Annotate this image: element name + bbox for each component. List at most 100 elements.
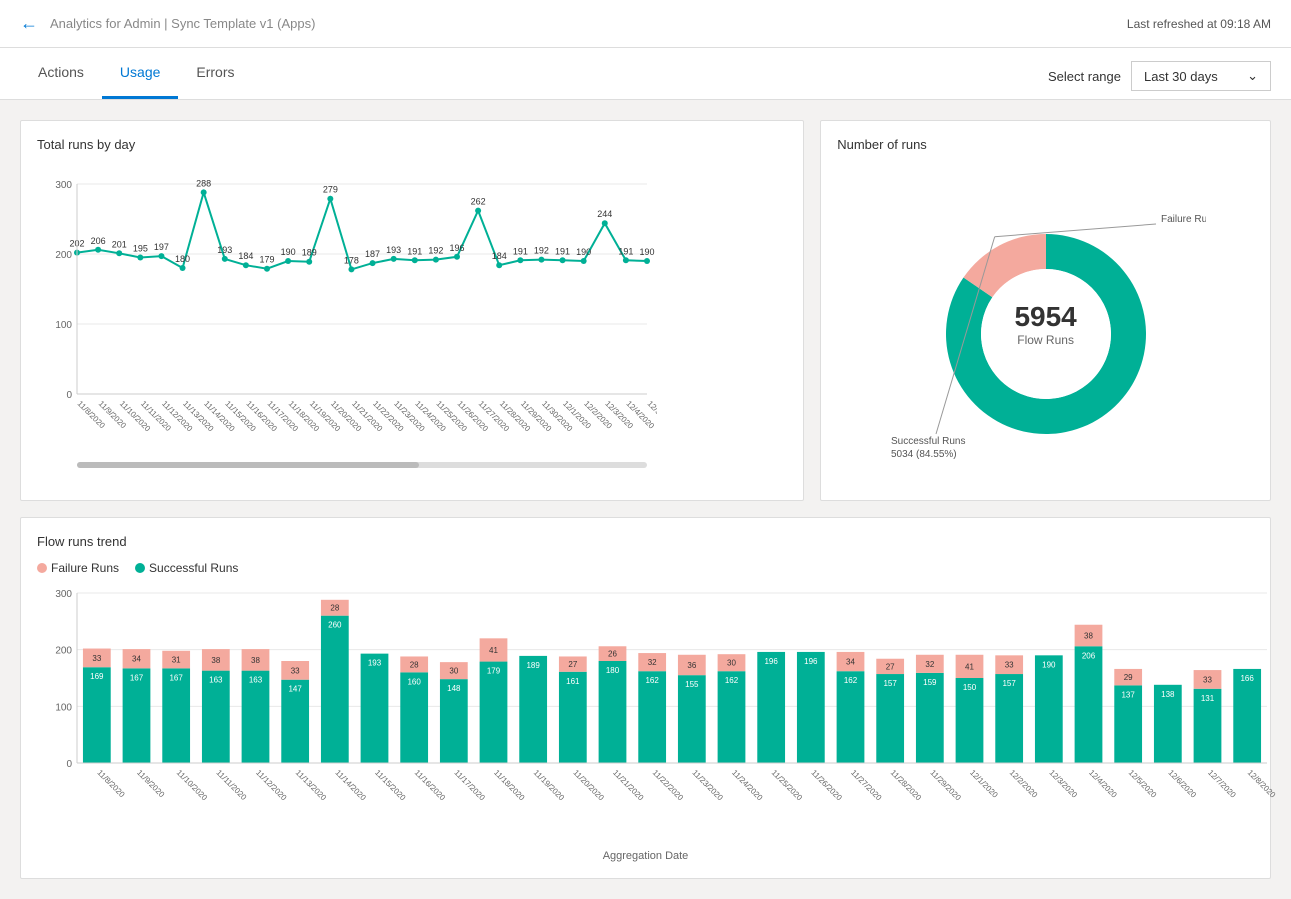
charts-row: Total runs by day 0100200300202206201195… <box>20 120 1271 501</box>
svg-text:Failure Runs 920 (15.45%): Failure Runs 920 (15.45%) <box>1161 214 1206 225</box>
donut-chart-svg: Failure Runs 920 (15.45%) Successful Runs… <box>886 184 1206 464</box>
svg-text:260: 260 <box>328 621 342 630</box>
svg-text:196: 196 <box>804 657 818 666</box>
svg-text:27: 27 <box>568 660 577 669</box>
svg-text:38: 38 <box>1084 632 1093 641</box>
bar-chart-svg: 01002003001693311/8/20201673411/9/202016… <box>37 583 1277 843</box>
svg-text:184: 184 <box>238 251 253 261</box>
last-refreshed: Last refreshed at 09:18 AM <box>1127 17 1271 31</box>
donut-chart-card: Number of runs Failure Runs 920 (15.45%)… <box>820 120 1271 501</box>
svg-text:11/21/2020: 11/21/2020 <box>611 768 646 803</box>
svg-text:162: 162 <box>725 676 739 685</box>
svg-text:12/2/2020: 12/2/2020 <box>1008 768 1040 800</box>
svg-text:196: 196 <box>449 243 464 253</box>
svg-text:200: 200 <box>55 646 72 657</box>
svg-text:11/10/2020: 11/10/2020 <box>175 768 210 803</box>
svg-text:11/15/2020: 11/15/2020 <box>373 768 408 803</box>
svg-text:200: 200 <box>55 250 72 261</box>
legend-success: Successful Runs <box>135 561 238 575</box>
svg-text:162: 162 <box>844 676 858 685</box>
svg-text:138: 138 <box>1161 690 1175 699</box>
svg-text:27: 27 <box>886 662 895 671</box>
svg-text:11/9/2020: 11/9/2020 <box>135 768 166 799</box>
svg-text:201: 201 <box>112 239 127 249</box>
svg-text:166: 166 <box>1240 674 1254 683</box>
svg-text:11/11/2020: 11/11/2020 <box>214 768 248 802</box>
svg-text:30: 30 <box>727 659 736 668</box>
svg-text:190: 190 <box>1042 660 1056 669</box>
svg-text:190: 190 <box>639 247 654 257</box>
svg-text:0: 0 <box>66 390 72 401</box>
svg-text:178: 178 <box>344 255 359 265</box>
svg-text:189: 189 <box>526 661 540 670</box>
svg-text:29: 29 <box>1124 673 1133 682</box>
svg-text:11/18/2020: 11/18/2020 <box>492 768 527 803</box>
svg-text:41: 41 <box>965 662 974 671</box>
svg-text:38: 38 <box>211 656 220 665</box>
svg-text:100: 100 <box>55 702 72 713</box>
svg-text:206: 206 <box>1082 651 1096 660</box>
svg-text:288: 288 <box>196 178 211 188</box>
svg-text:191: 191 <box>618 246 633 256</box>
legend-failure: Failure Runs <box>37 561 119 575</box>
svg-text:32: 32 <box>648 658 657 667</box>
page-title: Analytics for Admin | Sync Template v1 (… <box>50 16 315 31</box>
svg-text:155: 155 <box>685 680 699 689</box>
svg-text:12/6/2020: 12/6/2020 <box>1166 768 1198 800</box>
trend-chart-title: Flow runs trend <box>37 534 1254 549</box>
svg-text:11/27/2020: 11/27/2020 <box>849 768 884 803</box>
tabs: Actions Usage Errors <box>20 48 253 99</box>
bar-legend: Failure Runs Successful Runs <box>37 561 1254 575</box>
donut-container: Failure Runs 920 (15.45%) Successful Runs… <box>837 164 1254 484</box>
donut-chart-title: Number of runs <box>837 137 1254 152</box>
svg-text:189: 189 <box>302 248 317 258</box>
line-chart-card: Total runs by day 0100200300202206201195… <box>20 120 804 501</box>
svg-text:28: 28 <box>330 604 339 613</box>
tab-usage[interactable]: Usage <box>102 48 178 99</box>
back-button[interactable]: ← <box>20 13 38 34</box>
svg-text:300: 300 <box>55 589 72 600</box>
svg-text:192: 192 <box>534 246 549 256</box>
svg-text:179: 179 <box>487 667 501 676</box>
svg-text:160: 160 <box>407 677 421 686</box>
svg-text:5034 (84.55%): 5034 (84.55%) <box>891 449 957 460</box>
svg-text:11/8/2020: 11/8/2020 <box>95 768 126 799</box>
tab-actions[interactable]: Actions <box>20 48 102 99</box>
range-label: Select range <box>1048 69 1121 84</box>
svg-text:100: 100 <box>55 320 72 331</box>
svg-text:191: 191 <box>407 246 422 256</box>
svg-text:11/22/2020: 11/22/2020 <box>651 768 686 803</box>
failure-dot <box>37 563 47 573</box>
svg-text:11/26/2020: 11/26/2020 <box>809 768 844 803</box>
svg-text:Successful Runs: Successful Runs <box>891 436 965 447</box>
svg-text:11/14/2020: 11/14/2020 <box>333 768 368 803</box>
svg-text:11/16/2020: 11/16/2020 <box>413 768 448 803</box>
svg-text:159: 159 <box>923 678 937 687</box>
line-chart-svg: 0100200300202206201195197180288193184179… <box>37 164 657 474</box>
svg-text:12/7/2020: 12/7/2020 <box>1206 768 1238 800</box>
legend-success-label: Successful Runs <box>149 561 238 575</box>
svg-text:137: 137 <box>1121 690 1135 699</box>
svg-text:33: 33 <box>92 654 101 663</box>
success-dot <box>135 563 145 573</box>
svg-text:11/29/2020: 11/29/2020 <box>928 768 963 803</box>
svg-text:0: 0 <box>66 759 72 770</box>
svg-text:11/12/2020: 11/12/2020 <box>254 768 289 803</box>
svg-text:196: 196 <box>764 657 778 666</box>
svg-text:191: 191 <box>555 246 570 256</box>
tab-errors[interactable]: Errors <box>178 48 252 99</box>
svg-text:28: 28 <box>410 660 419 669</box>
tab-bar: Actions Usage Errors Select range Last 3… <box>0 48 1291 100</box>
svg-text:262: 262 <box>471 197 486 207</box>
svg-text:147: 147 <box>288 685 302 694</box>
svg-text:191: 191 <box>513 246 528 256</box>
svg-text:184: 184 <box>492 251 507 261</box>
svg-text:36: 36 <box>687 661 696 670</box>
svg-text:11/24/2020: 11/24/2020 <box>730 768 765 803</box>
svg-text:12/1/2020: 12/1/2020 <box>968 768 1000 800</box>
svg-text:11/28/2020: 11/28/2020 <box>889 768 924 803</box>
range-dropdown[interactable]: Last 30 days ⌄ <box>1131 61 1271 91</box>
svg-text:161: 161 <box>566 677 580 686</box>
svg-text:34: 34 <box>132 655 141 664</box>
svg-text:167: 167 <box>169 673 183 682</box>
